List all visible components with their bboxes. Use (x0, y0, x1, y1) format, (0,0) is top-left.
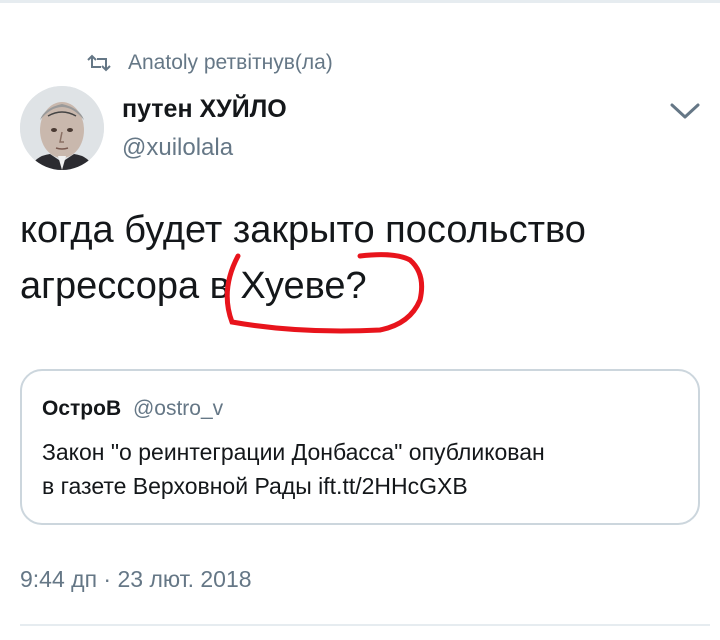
top-divider (0, 0, 720, 3)
bottom-divider (20, 624, 710, 626)
retweet-icon (87, 54, 111, 72)
tweet-text-segment: агрессора (20, 265, 200, 307)
retweet-label: Anatoly ретвітнув(ла) (128, 51, 333, 74)
avatar[interactable] (20, 86, 104, 170)
quoted-author-name: ОстроВ (42, 397, 122, 420)
avatar-image (20, 86, 104, 170)
quoted-text-line: в газете Верховной Рады ift.tt/2HHcGXB (42, 473, 468, 499)
quoted-text-line: Закон "о реинтеграции Донбасса" опублико… (42, 439, 545, 465)
tweet-text-line: когда будет закрыто посольство (20, 209, 586, 251)
quoted-tweet-text: Закон "о реинтеграции Донбасса" опублико… (42, 435, 682, 503)
tweet-text-line: агрессора в Хуеве? (20, 258, 710, 314)
retweet-context[interactable]: Anatoly ретвітнув(ла) (86, 48, 333, 78)
quoted-tweet-header: ОстроВ @ostro_v (42, 397, 223, 421)
tweet-text-highlighted: в Хуеве? (199, 265, 367, 307)
tweet-timestamp[interactable]: 9:44 дп · 23 лют. 2018 (20, 566, 252, 593)
quoted-author-handle: @ostro_v (132, 397, 224, 420)
quoted-tweet-card[interactable]: ОстроВ @ostro_v Закон "о реинтеграции До… (20, 369, 700, 525)
author-handle[interactable]: @xuilolala (122, 134, 233, 162)
author-name[interactable]: путен ХУЙЛО (122, 95, 287, 124)
chevron-down-icon[interactable] (668, 100, 702, 122)
tweet-text: когда будет закрыто посольство агрессора… (20, 202, 710, 314)
